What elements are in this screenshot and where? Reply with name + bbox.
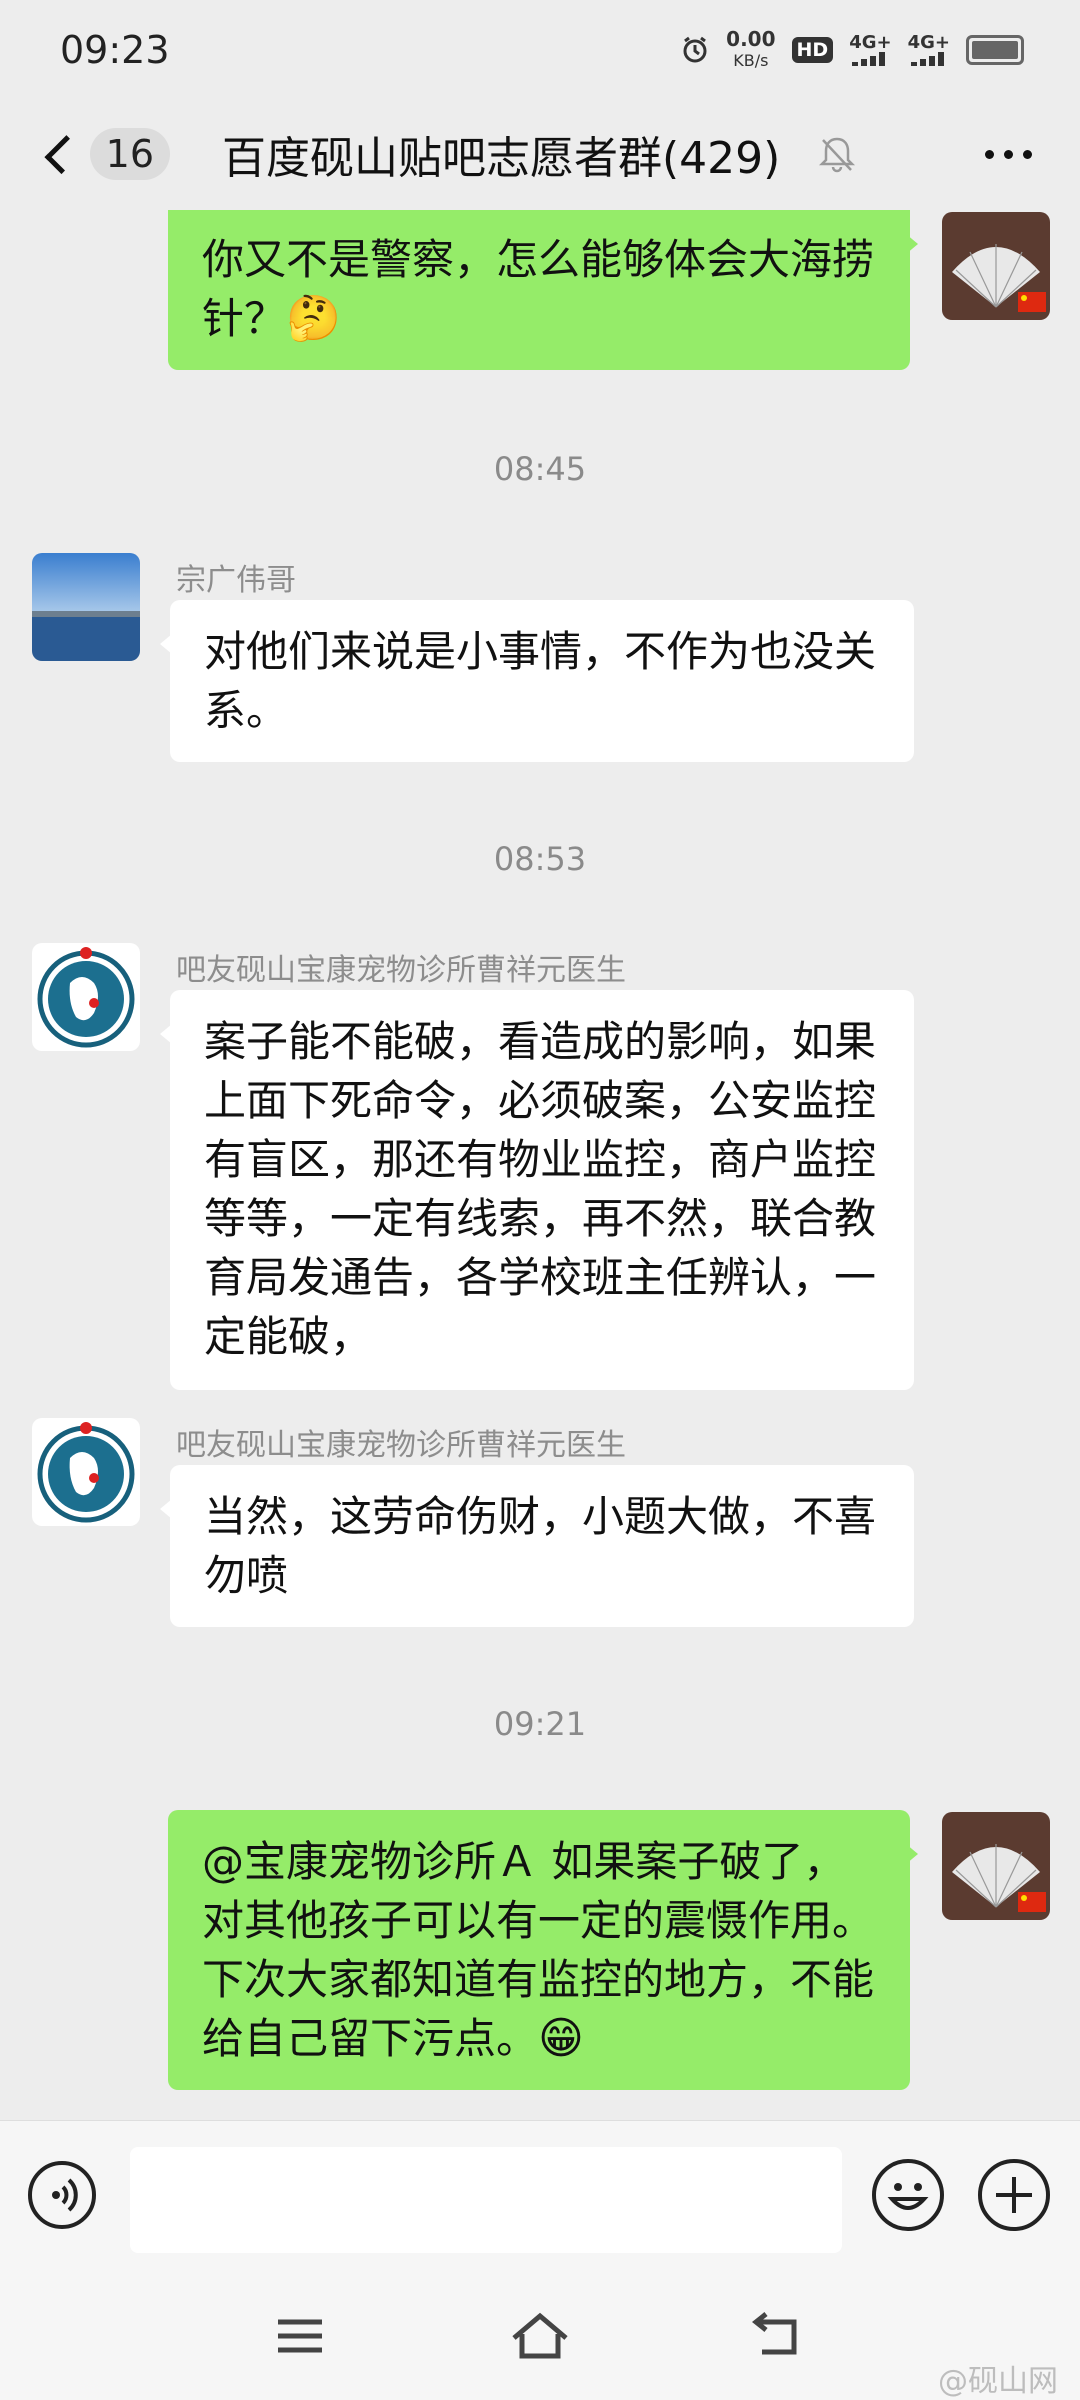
avatar-self[interactable]: [942, 212, 1050, 320]
signal-bars-icon: [852, 52, 886, 66]
chat-area[interactable]: 你又不是警察，怎么能够体会大海捞针？🤔 08:45 宗广伟哥 对他们来说是小事情…: [0, 210, 1080, 2120]
battery-icon: [966, 35, 1024, 65]
menu-icon[interactable]: [276, 2316, 324, 2356]
message-text: 当然，这劳命伤财，小题大做，不喜勿喷: [204, 1492, 877, 1600]
sender-name: 宗广伟哥: [176, 563, 296, 598]
message-bubble-incoming[interactable]: 对他们来说是小事情，不作为也没关系。: [160, 600, 914, 762]
grin-emoji: 😁: [538, 2013, 584, 2064]
sender-name: 吧友砚山宝康宠物诊所曹祥元医生: [176, 1428, 626, 1463]
message-input[interactable]: [130, 2147, 842, 2253]
message-text: 对他们来说是小事情，不作为也没关系。: [204, 627, 877, 735]
net-speed-value: 0.00: [726, 27, 776, 51]
avatar-dr-cao[interactable]: [32, 943, 140, 1051]
plus-icon: [996, 2177, 1032, 2213]
status-bar: 09:23 0.00 KB/s HD 4G+ 4G+: [0, 0, 1080, 100]
hd-badge: HD: [791, 37, 834, 63]
system-nav-bar: @砚山网: [0, 2280, 1080, 2400]
message-bubble-incoming[interactable]: 案子能不能破，看造成的影响，如果上面下死命令，必须破案，公安监控有盲区，那还有物…: [160, 990, 914, 1390]
timestamp: 08:45: [493, 450, 587, 488]
message-bubble-outgoing[interactable]: 你又不是警察，怎么能够体会大海捞针？🤔: [168, 210, 918, 370]
avatar-self[interactable]: [942, 1812, 1050, 1920]
pet-clinic-logo-image: [32, 1418, 140, 1526]
timestamp: 09:21: [493, 1705, 587, 1743]
signal-2-label: 4G+: [907, 32, 950, 53]
voice-waves-icon: [52, 2178, 78, 2212]
back-button[interactable]: 16: [40, 122, 170, 186]
back-icon[interactable]: [750, 2312, 804, 2360]
timestamp: 08:53: [493, 840, 587, 878]
avatar-dr-cao[interactable]: [32, 1418, 140, 1526]
avatar-zongguangweige[interactable]: [32, 553, 140, 661]
sender-name: 吧友砚山宝康宠物诊所曹祥元医生: [176, 953, 626, 988]
signal-1-label: 4G+: [849, 32, 892, 53]
status-time: 09:23: [60, 28, 170, 72]
pet-clinic-logo-image: [32, 943, 140, 1051]
net-speed-unit: KB/s: [733, 51, 769, 70]
signal-1: 4G+: [849, 32, 892, 66]
smiley-icon[interactable]: [872, 2159, 944, 2231]
chevron-left-icon: [44, 134, 84, 174]
message-bubble-outgoing[interactable]: @宝康宠物诊所Ａ 如果案子破了，对其他孩子可以有一定的震慑作用。下次大家都知道有…: [168, 1810, 918, 2090]
home-icon[interactable]: [508, 2310, 572, 2362]
thinking-emoji: 🤔: [286, 293, 341, 344]
message-text: 案子能不能破，看造成的影响，如果上面下死命令，必须破案，公安监控有盲区，那还有物…: [204, 1017, 877, 1361]
signal-bars-icon: [910, 52, 944, 66]
watermark: @砚山网: [938, 2364, 1058, 2399]
alarm-icon: [683, 36, 707, 63]
net-speed: 0.00 KB/s: [726, 28, 775, 72]
chat-header: 16 百度砚山贴吧志愿者群(429): [0, 100, 1080, 210]
fan-avatar-image: [942, 212, 1050, 320]
signal-2: 4G+: [908, 34, 950, 66]
input-bar: [0, 2120, 1080, 2281]
plus-circle-icon[interactable]: [978, 2159, 1050, 2231]
fan-avatar-image: [942, 1812, 1050, 1920]
smiley-face-icon: [887, 2183, 929, 2210]
message-bubble-incoming[interactable]: 当然，这劳命伤财，小题大做，不喜勿喷: [160, 1465, 914, 1627]
chat-title[interactable]: 百度砚山贴吧志愿者群(429): [222, 122, 780, 186]
unread-count-badge: 16: [89, 128, 170, 180]
voice-icon[interactable]: [28, 2161, 96, 2229]
status-icons: 0.00 KB/s HD 4G+ 4G+: [680, 28, 1024, 72]
more-dots-icon[interactable]: [985, 150, 1032, 159]
sea-avatar-image: [32, 553, 140, 661]
bell-off-icon: [818, 137, 856, 173]
